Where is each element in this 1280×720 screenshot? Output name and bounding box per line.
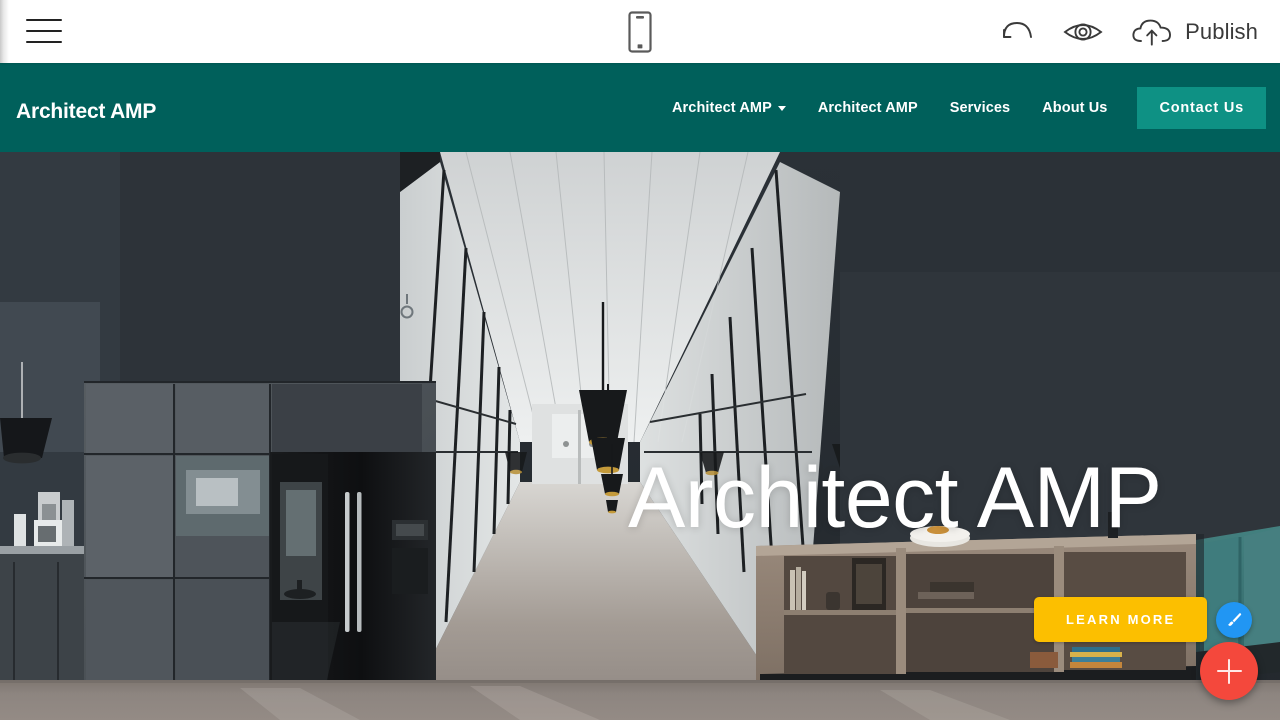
site-canvas: Architect AMP Architect AMP Architect AM… bbox=[0, 63, 1280, 720]
learn-more-button[interactable]: LEARN MORE bbox=[1034, 597, 1208, 642]
nav-item-architect-amp[interactable]: Architect AMP bbox=[802, 100, 934, 116]
hamburger-menu-icon[interactable] bbox=[26, 15, 62, 47]
nav-item-label: Architect AMP bbox=[671, 99, 772, 116]
toolbar-actions: Publish bbox=[998, 0, 1258, 63]
contact-us-button[interactable]: Contact Us bbox=[1137, 86, 1266, 129]
hamburger-bar bbox=[26, 19, 62, 21]
paintbrush-icon bbox=[1224, 610, 1244, 630]
editor-root: Publish Architect AMP Architect AMP Arch… bbox=[0, 0, 1280, 720]
hamburger-bar bbox=[26, 41, 62, 43]
chevron-down-icon bbox=[777, 106, 786, 111]
publish-label: Publish bbox=[1185, 18, 1258, 44]
hero-title: Architect AMP bbox=[628, 450, 1162, 546]
editor-toolbar: Publish bbox=[0, 0, 1280, 63]
nav-item-services[interactable]: Services bbox=[934, 100, 1026, 116]
nav-item-architect-amp-dropdown[interactable]: Architect AMP bbox=[656, 100, 802, 116]
undo-arrow-icon[interactable] bbox=[998, 17, 1036, 47]
toolbar-left-edge-shadow bbox=[0, 0, 9, 63]
publish-button[interactable]: Publish bbox=[1130, 16, 1258, 48]
brush-fab-button[interactable] bbox=[1216, 602, 1252, 638]
hero-section: Architect AMP LEARN MORE bbox=[0, 152, 1280, 720]
nav-item-about-us[interactable]: About Us bbox=[1026, 100, 1123, 116]
site-brand-logo[interactable]: Architect AMP bbox=[16, 100, 156, 124]
nav-item-label: Services bbox=[949, 99, 1011, 116]
add-block-fab-button[interactable] bbox=[1200, 642, 1258, 700]
eye-preview-icon[interactable] bbox=[1062, 17, 1104, 47]
hamburger-bar bbox=[26, 30, 62, 32]
cloud-upload-icon bbox=[1130, 16, 1174, 48]
nav-item-label: Architect AMP bbox=[817, 99, 918, 116]
site-navbar: Architect AMP Architect AMP Architect AM… bbox=[0, 63, 1280, 152]
site-nav-links: Architect AMP Architect AMP Services Abo… bbox=[656, 63, 1266, 152]
plus-icon bbox=[1216, 658, 1242, 684]
mobile-device-icon[interactable] bbox=[626, 10, 654, 53]
nav-item-label: About Us bbox=[1042, 99, 1108, 116]
